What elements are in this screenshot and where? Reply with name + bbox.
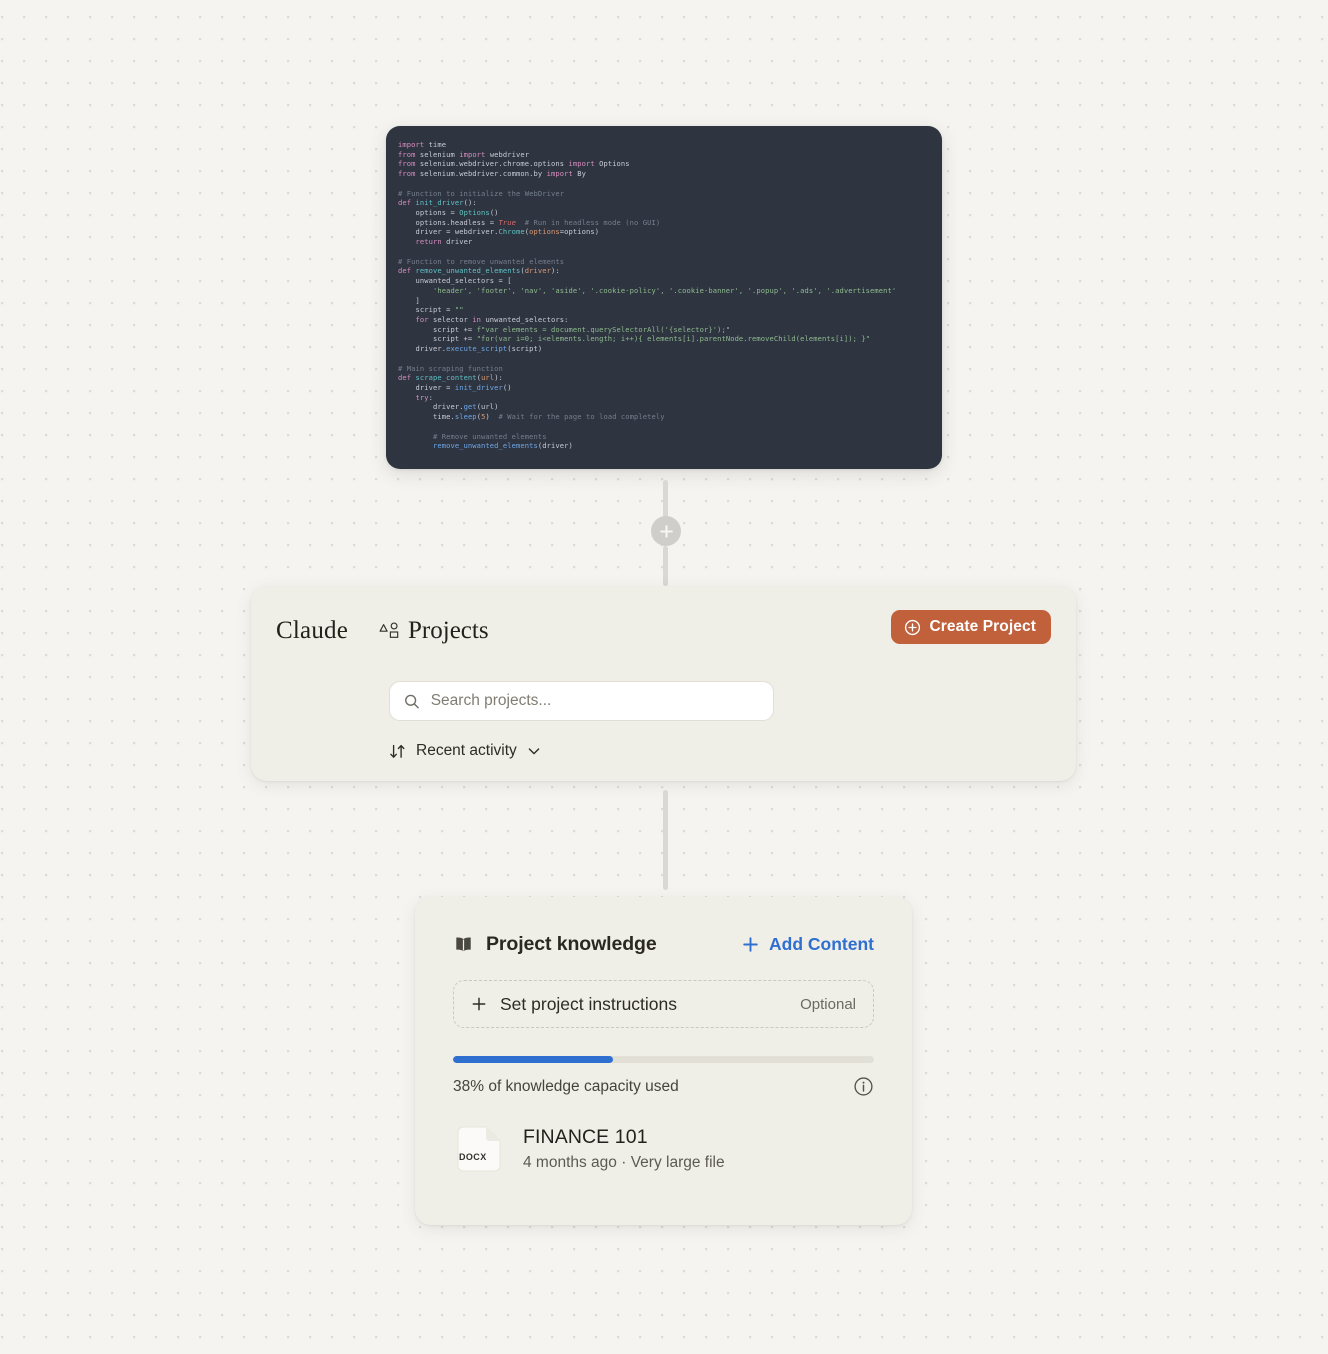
add-content-button[interactable]: Add Content bbox=[741, 934, 874, 955]
code-content: import time from selenium import webdriv… bbox=[398, 140, 897, 451]
projects-card[interactable]: Claude Projects Create Project Search pr… bbox=[251, 586, 1076, 781]
connector-line-top bbox=[663, 480, 668, 518]
knowledge-file-item[interactable]: DOCX FINANCE 101 4 months ago · Very lar… bbox=[453, 1123, 874, 1175]
set-project-instructions-button[interactable]: Set project instructions Optional bbox=[453, 980, 874, 1028]
shapes-icon bbox=[379, 622, 399, 638]
search-icon bbox=[405, 694, 419, 708]
connector-line-top-lower bbox=[663, 546, 668, 586]
docx-file-glyph bbox=[457, 1126, 501, 1172]
create-project-button[interactable]: Create Project bbox=[891, 610, 1051, 644]
plus-icon bbox=[659, 524, 673, 538]
document-icon: DOCX bbox=[453, 1123, 505, 1175]
flow-canvas: import time from selenium import webdriv… bbox=[0, 0, 1328, 1354]
sort-arrows-icon bbox=[390, 744, 405, 758]
book-icon bbox=[456, 936, 471, 951]
knowledge-capacity-bar bbox=[453, 1056, 874, 1063]
search-projects-box[interactable] bbox=[389, 681, 774, 721]
connector-line-bottom bbox=[663, 790, 668, 890]
chevron-down-icon bbox=[528, 748, 540, 755]
capacity-row: 38% of knowledge capacity used bbox=[453, 1076, 874, 1097]
projects-title: Projects bbox=[408, 617, 489, 644]
instructions-optional-badge: Optional bbox=[800, 995, 856, 1013]
knowledge-title-wrap: Project knowledge bbox=[453, 933, 657, 956]
plus-circle-icon bbox=[905, 619, 921, 635]
file-meta: 4 months ago · Very large file bbox=[523, 1154, 725, 1171]
set-instructions-label: Set project instructions bbox=[500, 993, 678, 1014]
sort-selector[interactable]: Recent activity bbox=[389, 742, 541, 760]
search-input[interactable] bbox=[430, 692, 759, 710]
file-type-badge: DOCX bbox=[459, 1152, 487, 1162]
project-knowledge-card[interactable]: Project knowledge Add Content Set projec… bbox=[415, 897, 912, 1225]
info-circle-icon[interactable] bbox=[853, 1076, 874, 1097]
add-content-label: Add Content bbox=[769, 933, 874, 954]
knowledge-capacity-fill bbox=[453, 1056, 613, 1063]
projects-breadcrumb: Projects bbox=[379, 617, 489, 645]
file-info: FINANCE 101 4 months ago · Very large fi… bbox=[523, 1126, 725, 1172]
code-snippet-card[interactable]: import time from selenium import webdriv… bbox=[386, 126, 942, 469]
knowledge-card-header: Project knowledge Add Content bbox=[453, 931, 874, 957]
create-project-label: Create Project bbox=[929, 618, 1036, 635]
capacity-label: 38% of knowledge capacity used bbox=[453, 1077, 679, 1095]
sort-label: Recent activity bbox=[416, 742, 517, 759]
plus-icon bbox=[472, 997, 486, 1011]
add-node-button[interactable] bbox=[651, 516, 681, 546]
file-name: FINANCE 101 bbox=[523, 1126, 648, 1148]
plus-icon bbox=[743, 936, 758, 952]
projects-card-header: Claude Projects Create Project bbox=[276, 610, 1051, 650]
knowledge-title: Project knowledge bbox=[486, 932, 657, 955]
claude-wordmark: Claude bbox=[276, 617, 349, 644]
